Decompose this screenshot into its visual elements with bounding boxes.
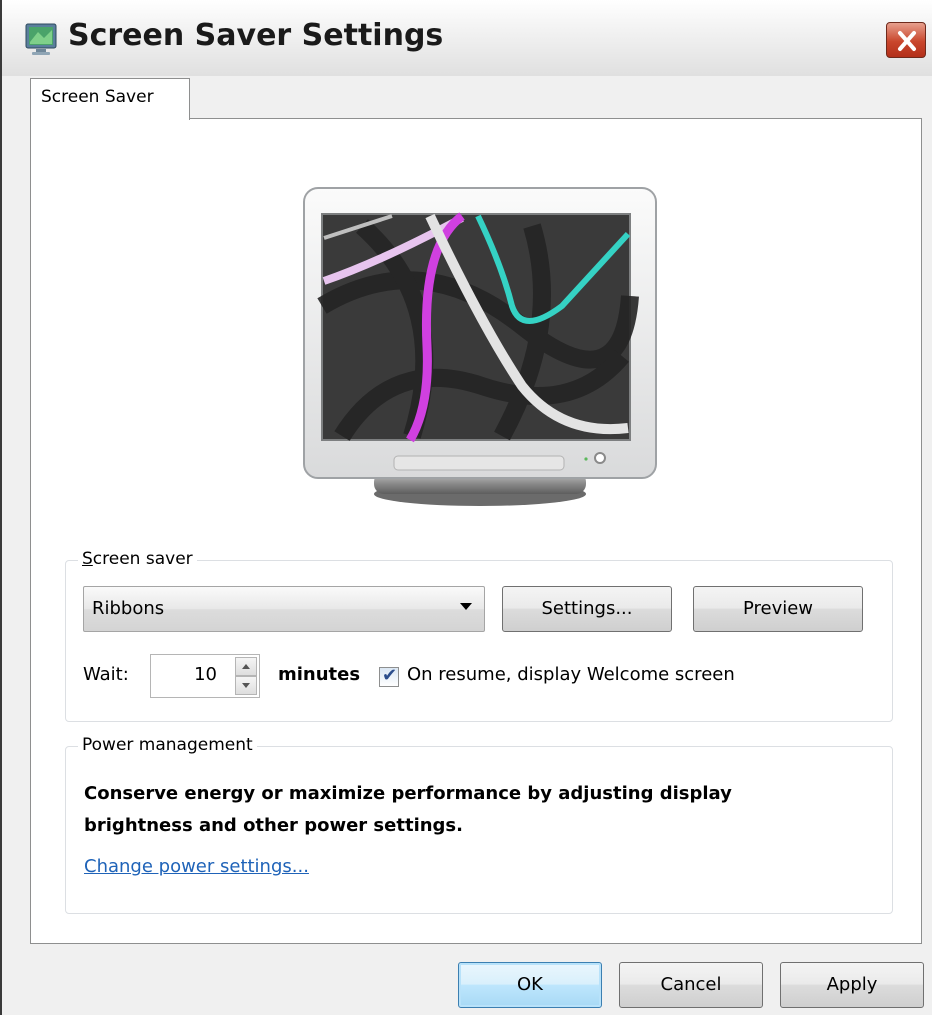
wait-minutes-value: 10: [194, 664, 217, 685]
title-bar[interactable]: Screen Saver Settings: [2, 0, 932, 76]
wait-minutes-stepper[interactable]: 10: [150, 654, 260, 698]
ok-button-label: OK: [517, 974, 543, 995]
power-description: Conserve energy or maximize performance …: [84, 783, 732, 836]
screen-saver-settings-window: Screen Saver Settings Screen Saver Scree…: [0, 0, 932, 1015]
apply-button[interactable]: Apply: [780, 962, 924, 1008]
wait-label: Wait:: [83, 664, 129, 685]
power-management-group-label: Power management: [78, 735, 257, 755]
cancel-button-label: Cancel: [660, 974, 722, 995]
tab-label: Screen Saver: [41, 87, 154, 107]
change-power-settings-link[interactable]: Change power settings...: [84, 856, 309, 877]
screen-saver-dropdown[interactable]: Ribbons: [83, 586, 485, 632]
close-icon: [898, 31, 916, 51]
stepper-down-icon[interactable]: [235, 676, 257, 695]
apply-button-label: Apply: [826, 974, 878, 995]
minutes-label: minutes: [278, 664, 361, 685]
preview-button-label: Preview: [742, 598, 814, 619]
stepper-buttons: [235, 657, 257, 695]
preview-button[interactable]: Preview: [693, 586, 863, 632]
close-button[interactable]: [886, 22, 926, 58]
ok-button[interactable]: OK: [458, 962, 602, 1008]
screen-saver-icon: [25, 23, 57, 55]
tab-screen-saver[interactable]: Screen Saver: [30, 78, 190, 120]
checkmark-icon: ✔: [382, 665, 398, 686]
screen-saver-selected: Ribbons: [92, 598, 165, 619]
stepper-up-icon[interactable]: [235, 657, 257, 676]
screen-saver-preview: [303, 187, 657, 506]
cancel-button[interactable]: Cancel: [619, 962, 763, 1008]
screen-saver-group-label: Screen saver: [78, 549, 197, 569]
window-title: Screen Saver Settings: [68, 18, 444, 53]
settings-button[interactable]: Settings...: [502, 586, 672, 632]
resume-welcome-checkbox[interactable]: ✔: [379, 665, 399, 687]
chevron-down-icon: [460, 603, 472, 610]
resume-welcome-label[interactable]: On resume, display Welcome screen: [407, 664, 735, 685]
settings-button-label: Settings...: [541, 598, 633, 619]
